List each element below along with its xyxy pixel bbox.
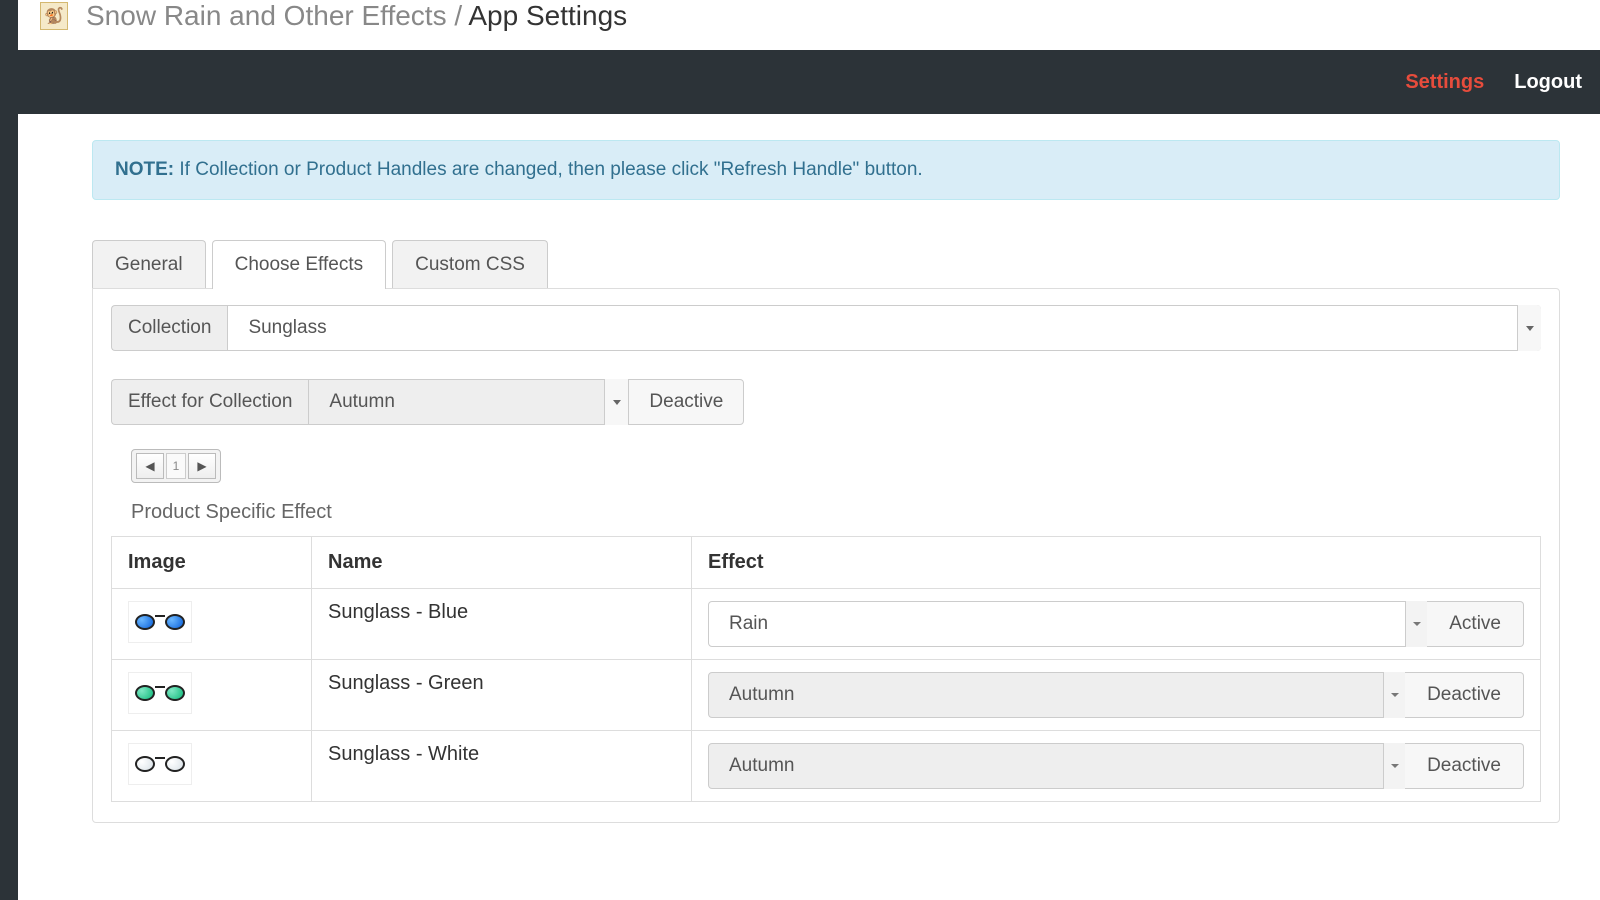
collection-select[interactable]: Sunglass bbox=[227, 305, 1541, 351]
nav-settings[interactable]: Settings bbox=[1405, 71, 1484, 94]
product-effect-select[interactable]: Rain bbox=[708, 601, 1427, 647]
col-effect: Effect bbox=[692, 537, 1541, 589]
effect-collection-toggle-button[interactable]: Deactive bbox=[628, 379, 744, 425]
breadcrumb: Snow Rain and Other Effects / App Settin… bbox=[86, 0, 627, 32]
col-image: Image bbox=[112, 537, 312, 589]
sunglasses-icon bbox=[133, 754, 187, 774]
admin-sidebar-strip bbox=[0, 0, 18, 900]
effect-collection-row: Effect for Collection Autumn Deactive bbox=[111, 379, 744, 425]
product-effect-toggle-button[interactable]: Deactive bbox=[1405, 672, 1524, 718]
effect-collection-select-wrap: Autumn bbox=[308, 379, 628, 425]
note-box: NOTE: If Collection or Product Handles a… bbox=[92, 140, 1560, 200]
content-area: NOTE: If Collection or Product Handles a… bbox=[0, 114, 1600, 823]
table-row: Sunglass - Blue RainActive bbox=[112, 589, 1541, 660]
nav-bar: Settings Logout bbox=[0, 50, 1600, 114]
image-cell bbox=[112, 731, 312, 802]
product-thumbnail bbox=[128, 743, 192, 785]
collection-addon-label: Collection bbox=[111, 305, 227, 351]
effect-control-group: RainActive bbox=[708, 601, 1524, 647]
tabs: General Choose Effects Custom CSS bbox=[92, 240, 1560, 289]
breadcrumb-current: App Settings bbox=[468, 0, 627, 31]
pager-prev-button[interactable]: ◀ bbox=[136, 453, 164, 479]
tab-panel: Collection Sunglass Effect for Collectio… bbox=[92, 288, 1560, 823]
effect-select-wrap: Rain bbox=[708, 601, 1427, 647]
collection-row: Collection Sunglass bbox=[111, 305, 1541, 351]
effect-control-group: AutumnDeactive bbox=[708, 672, 1524, 718]
product-effect-toggle-button[interactable]: Deactive bbox=[1405, 743, 1524, 789]
pager: ◀ 1 ▶ bbox=[131, 449, 221, 483]
tab-choose-effects[interactable]: Choose Effects bbox=[212, 240, 387, 289]
image-cell bbox=[112, 589, 312, 660]
product-effect-select[interactable]: Autumn bbox=[708, 743, 1405, 789]
product-table: Image Name Effect Sunglass - Blue RainAct… bbox=[111, 536, 1541, 802]
effect-cell: RainActive bbox=[692, 589, 1541, 660]
breadcrumb-separator: / bbox=[447, 0, 469, 31]
nav-logout[interactable]: Logout bbox=[1514, 71, 1582, 94]
pager-next-button[interactable]: ▶ bbox=[188, 453, 216, 479]
app-logo-icon: 🐒 bbox=[40, 2, 68, 30]
name-cell: Sunglass - Green bbox=[312, 660, 692, 731]
header-bar: 🐒 Snow Rain and Other Effects / App Sett… bbox=[0, 0, 1600, 50]
effect-cell: AutumnDeactive bbox=[692, 660, 1541, 731]
table-row: Sunglass - White AutumnDeactive bbox=[112, 731, 1541, 802]
product-thumbnail bbox=[128, 601, 192, 643]
product-specific-effect-title: Product Specific Effect bbox=[131, 501, 1541, 524]
tab-custom-css[interactable]: Custom CSS bbox=[392, 240, 548, 289]
note-label: NOTE: bbox=[115, 159, 174, 180]
image-cell bbox=[112, 660, 312, 731]
name-cell: Sunglass - Blue bbox=[312, 589, 692, 660]
effect-collection-select[interactable]: Autumn bbox=[308, 379, 628, 425]
pager-page-number: 1 bbox=[166, 453, 186, 479]
effect-select-wrap: Autumn bbox=[708, 672, 1405, 718]
product-effect-toggle-button[interactable]: Active bbox=[1427, 601, 1524, 647]
tab-general[interactable]: General bbox=[92, 240, 206, 289]
collection-select-wrap: Sunglass bbox=[227, 305, 1541, 351]
sunglasses-icon bbox=[133, 612, 187, 632]
note-text: If Collection or Product Handles are cha… bbox=[174, 159, 923, 180]
breadcrumb-app-name[interactable]: Snow Rain and Other Effects bbox=[86, 0, 447, 31]
sunglasses-icon bbox=[133, 683, 187, 703]
effect-select-wrap: Autumn bbox=[708, 743, 1405, 789]
table-header-row: Image Name Effect bbox=[112, 537, 1541, 589]
table-row: Sunglass - Green AutumnDeactive bbox=[112, 660, 1541, 731]
effect-control-group: AutumnDeactive bbox=[708, 743, 1524, 789]
name-cell: Sunglass - White bbox=[312, 731, 692, 802]
product-effect-select[interactable]: Autumn bbox=[708, 672, 1405, 718]
product-thumbnail bbox=[128, 672, 192, 714]
col-name: Name bbox=[312, 537, 692, 589]
effect-collection-addon-label: Effect for Collection bbox=[111, 379, 308, 425]
effect-cell: AutumnDeactive bbox=[692, 731, 1541, 802]
